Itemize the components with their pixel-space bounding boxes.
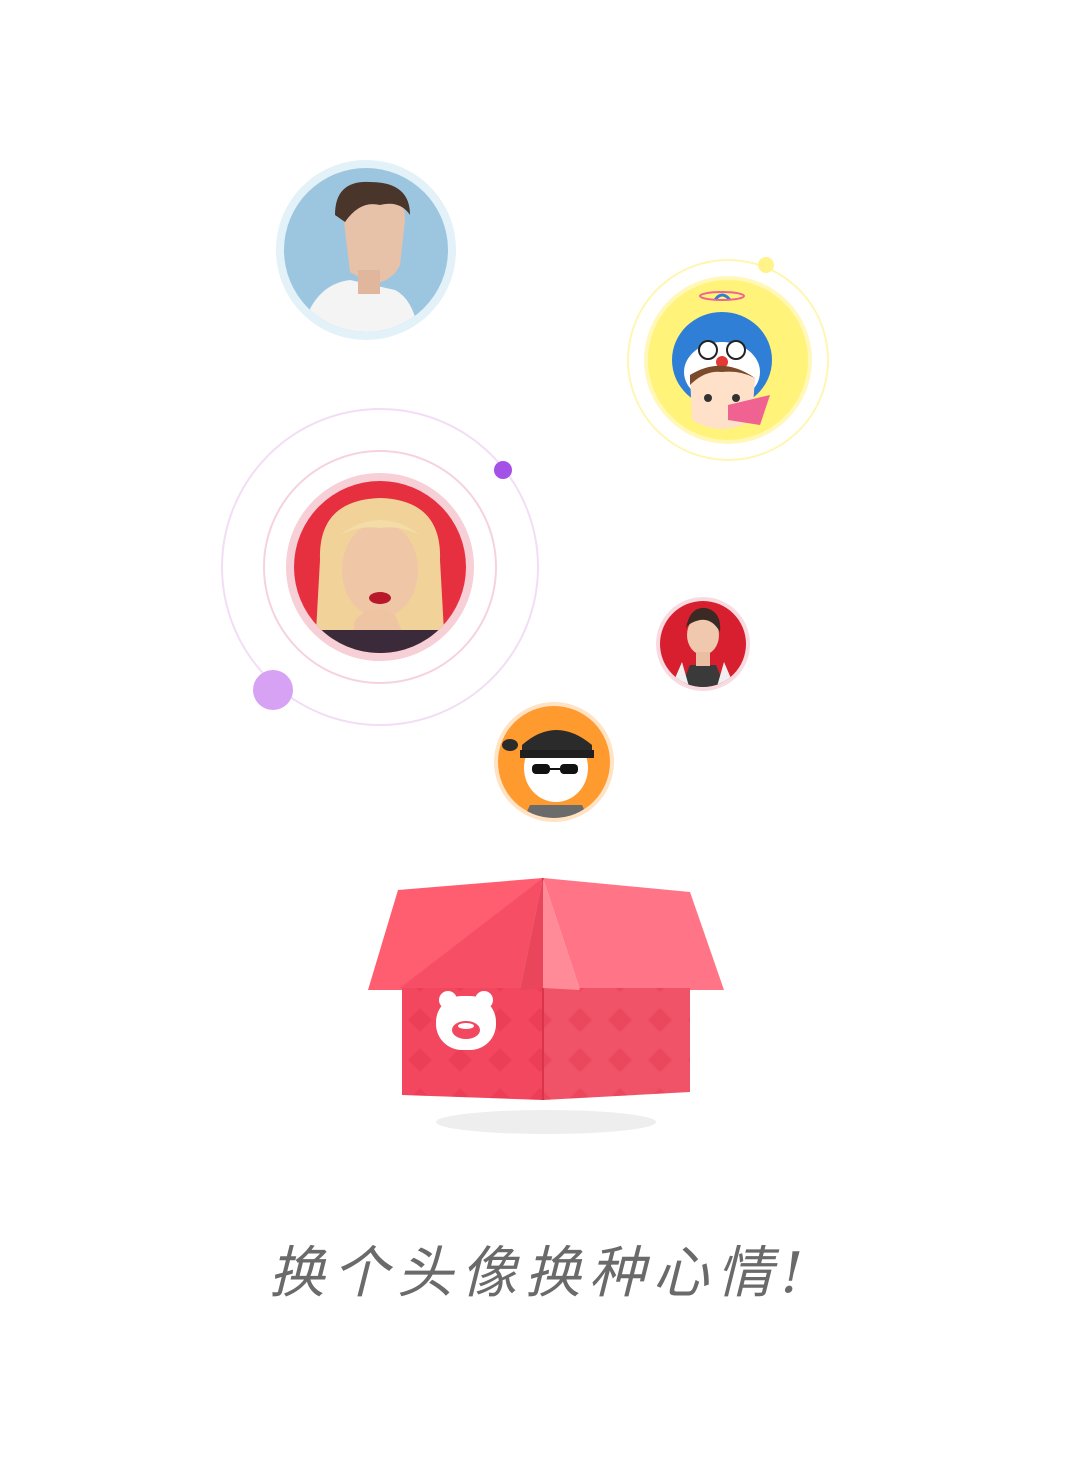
splash-screen: 换个头像换种心情!	[0, 0, 1080, 1457]
orbit-dot-purple	[494, 461, 512, 479]
orbit-dot-yellow	[758, 257, 774, 273]
avatar-cartoon-boy-sunglasses-icon	[494, 702, 614, 822]
slogan-text: 换个头像换种心情!	[268, 1241, 812, 1306]
avatar-photo-blonde-woman-icon	[286, 473, 474, 661]
avatar-photo-young-man-icon	[276, 160, 456, 340]
orbit-dot-lilac	[253, 670, 293, 710]
box-shadow	[436, 1110, 656, 1134]
avatar-photo-man-red-bg-icon	[656, 597, 750, 691]
avatar-cartoon-doraemon-girl-icon	[644, 276, 812, 444]
bear-face-icon	[436, 991, 496, 1050]
gift-box-illustration	[368, 878, 724, 1100]
